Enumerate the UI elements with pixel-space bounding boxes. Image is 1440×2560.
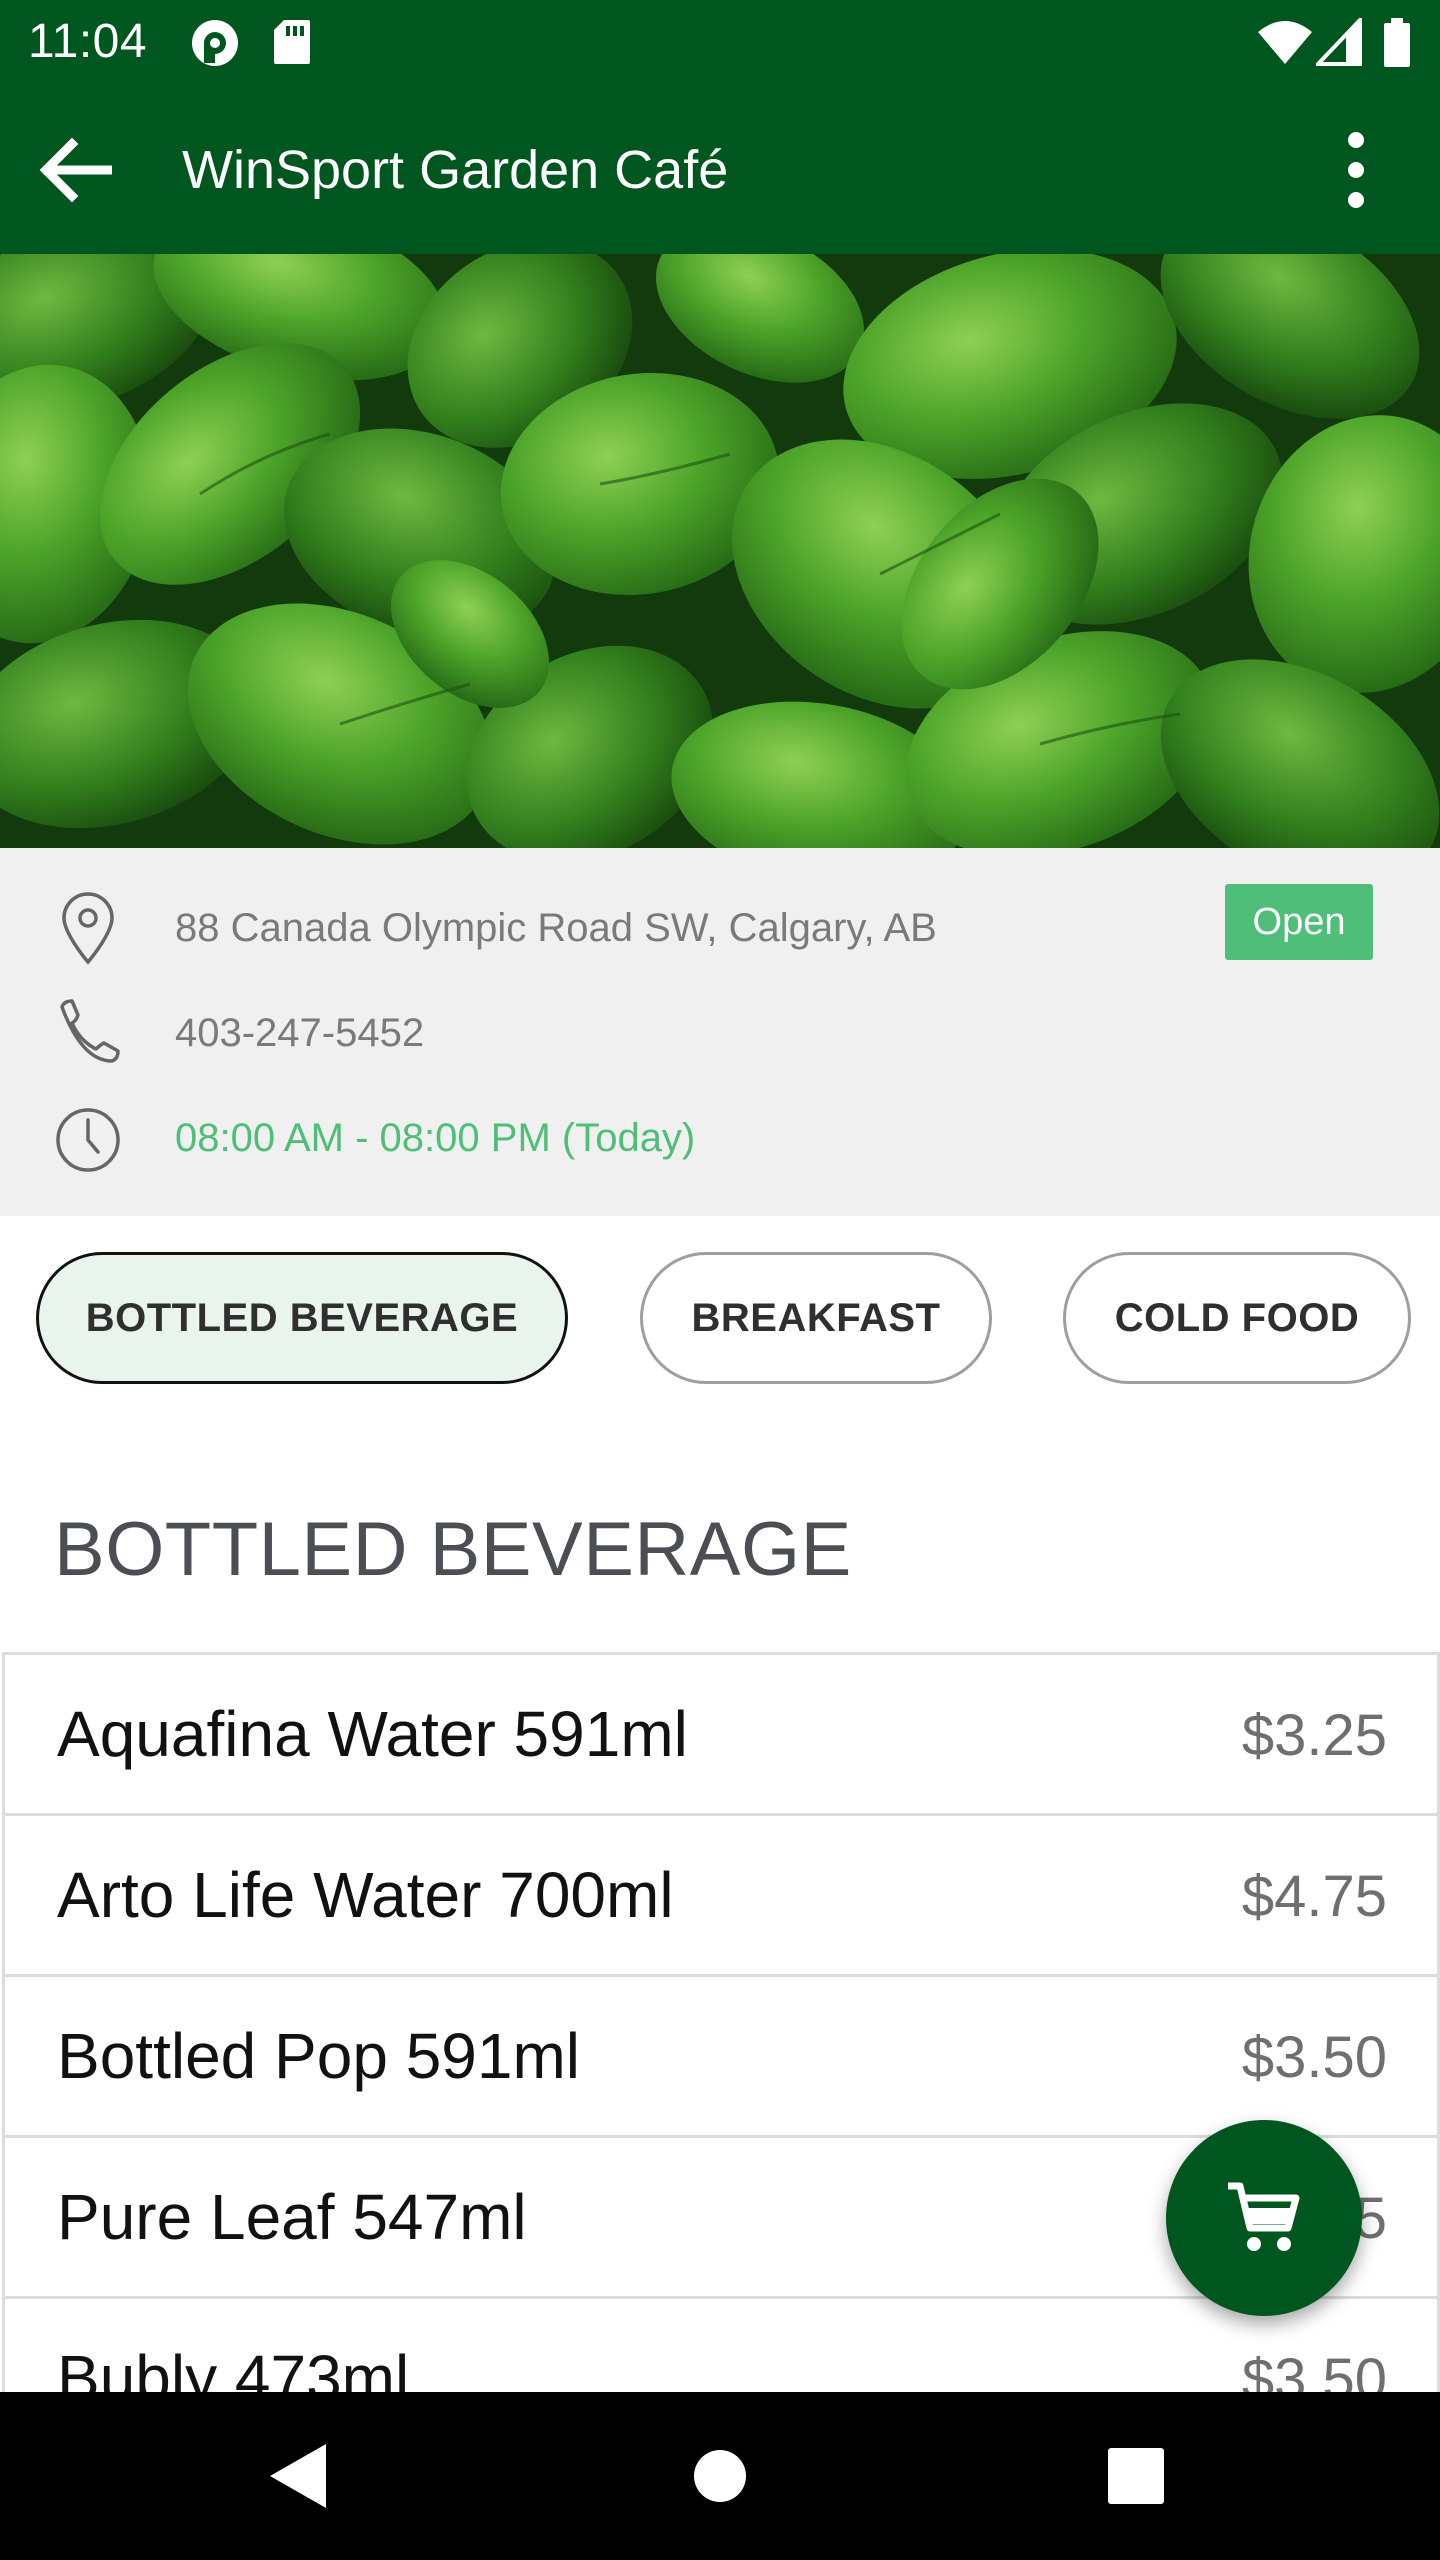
item-price: $4.75 xyxy=(1241,1864,1387,1929)
menu-item[interactable]: Aquafina Water 591ml $3.25 xyxy=(2,1655,1440,1816)
location-pin-icon xyxy=(62,892,114,965)
battery-icon xyxy=(1384,18,1410,67)
back-button[interactable] xyxy=(36,134,132,206)
hours-row: 08:00 AM - 08:00 PM (Today) xyxy=(0,1098,1440,1178)
wifi-icon xyxy=(1258,21,1312,64)
item-price: $3.50 xyxy=(1241,2347,1387,2392)
phone-text: 403-247-5452 xyxy=(175,1011,425,1055)
category-chips: BOTTLED BEVERAGE BREAKFAST COLD FOOD xyxy=(0,1216,1440,1396)
status-time: 11:04 xyxy=(28,15,148,68)
section-title: BOTTLED BEVERAGE xyxy=(54,1507,852,1592)
chip-bottled-beverage[interactable]: BOTTLED BEVERAGE xyxy=(36,1252,568,1384)
app-bar: WinSport Garden Café xyxy=(0,84,1440,254)
item-name: Bubly 473ml xyxy=(57,2342,410,2392)
clock-icon xyxy=(56,1108,120,1172)
sd-card-icon xyxy=(274,20,310,64)
phone-icon xyxy=(60,999,120,1063)
pocket-casts-icon xyxy=(192,20,238,66)
item-name: Aquafina Water 591ml xyxy=(57,1698,688,1770)
item-name: Pure Leaf 547ml xyxy=(57,2181,527,2253)
more-vert-icon xyxy=(1348,132,1364,208)
address-text: 88 Canada Olympic Road SW, Calgary, AB xyxy=(175,906,937,950)
item-name: Bottled Pop 591ml xyxy=(57,2020,580,2092)
info-panel: 88 Canada Olympic Road SW, Calgary, AB O… xyxy=(0,848,1440,1216)
item-price: $3.50 xyxy=(1241,2025,1387,2090)
nav-home-icon[interactable] xyxy=(680,2436,760,2516)
arrow-back-icon xyxy=(39,137,113,203)
system-nav-bar xyxy=(0,2392,1440,2560)
menu-item[interactable]: Bottled Pop 591ml $3.50 xyxy=(2,1977,1440,2138)
item-price: $3.25 xyxy=(1241,1703,1387,1768)
item-name: Arto Life Water 700ml xyxy=(57,1859,674,1931)
page-title: WinSport Garden Café xyxy=(182,140,729,200)
chip-breakfast[interactable]: BREAKFAST xyxy=(640,1252,992,1384)
nav-recents-icon[interactable] xyxy=(1096,2436,1176,2516)
cart-fab-button[interactable] xyxy=(1166,2120,1362,2316)
status-badge: Open xyxy=(1225,884,1373,960)
shopping-cart-icon xyxy=(1228,2182,1300,2251)
more-options-button[interactable] xyxy=(1320,124,1392,216)
cellular-signal-icon xyxy=(1316,18,1362,66)
status-bar: 11:04 xyxy=(0,0,1440,84)
address-row[interactable]: 88 Canada Olympic Road SW, Calgary, AB xyxy=(0,888,1440,968)
hero-image xyxy=(0,254,1440,848)
chip-cold-food[interactable]: COLD FOOD xyxy=(1063,1252,1411,1384)
phone-row[interactable]: 403-247-5452 xyxy=(0,993,1440,1073)
menu-item[interactable]: Arto Life Water 700ml $4.75 xyxy=(2,1816,1440,1977)
hours-text: 08:00 AM - 08:00 PM (Today) xyxy=(175,1116,696,1160)
menu-item[interactable]: Bubly 473ml $3.50 xyxy=(2,2299,1440,2392)
nav-back-icon[interactable] xyxy=(260,2436,340,2516)
